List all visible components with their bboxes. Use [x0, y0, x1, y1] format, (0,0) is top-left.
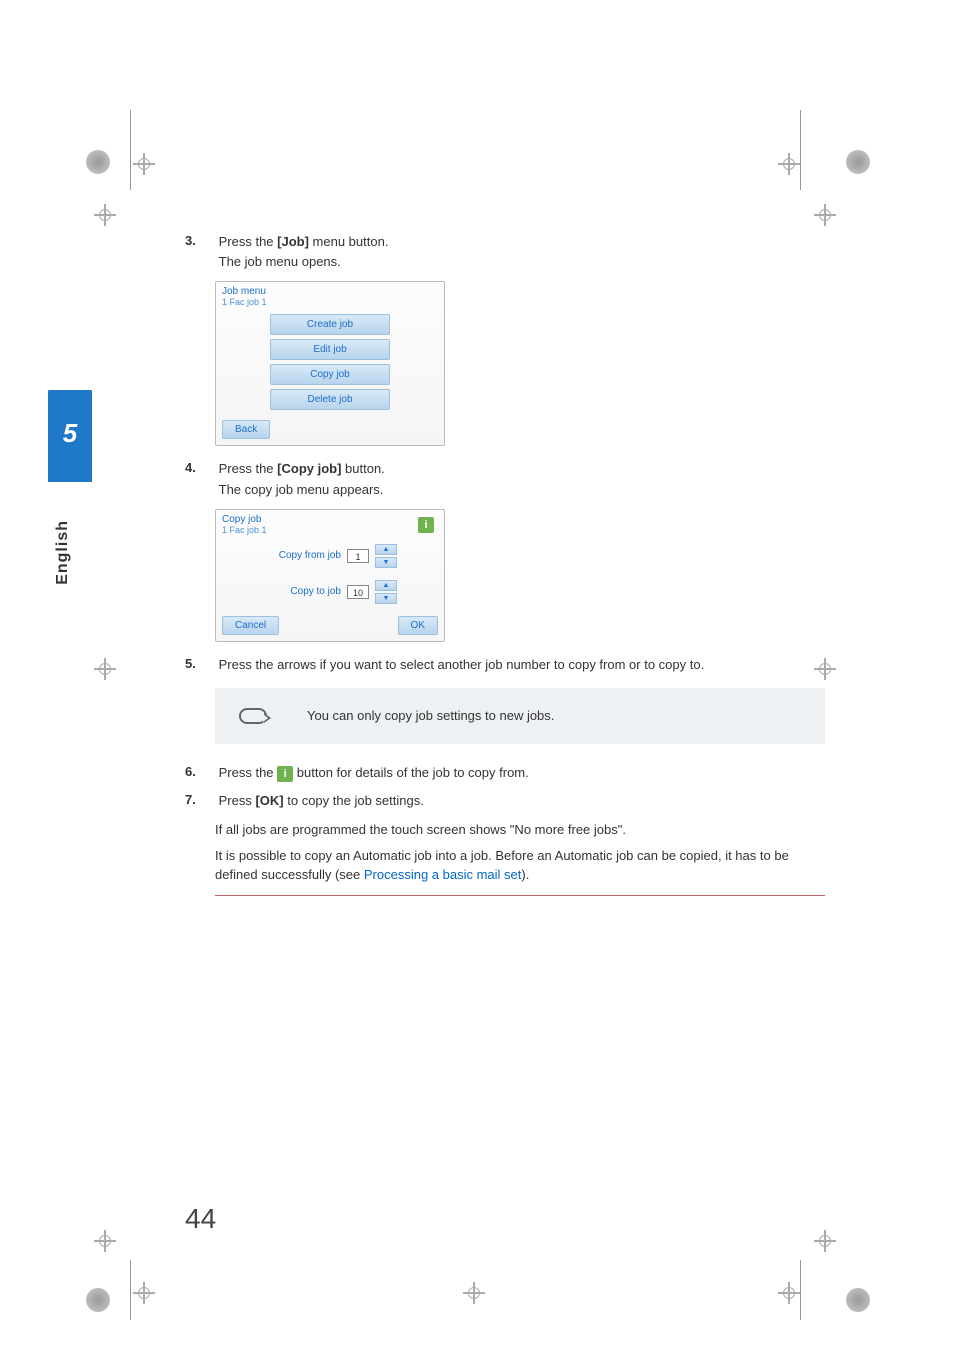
page-number: 44 — [185, 1203, 216, 1235]
copy-job-button[interactable]: Copy job — [270, 364, 390, 385]
create-job-button[interactable]: Create job — [270, 314, 390, 335]
step-number: 7. — [185, 792, 215, 807]
reg-dot — [86, 1288, 110, 1312]
reg-target — [135, 1284, 153, 1302]
reg-target — [135, 155, 153, 173]
copy-to-label: Copy to job — [263, 586, 341, 597]
copy-to-row: Copy to job 10 ▲ ▼ — [216, 574, 444, 610]
reg-dot — [846, 1288, 870, 1312]
note-box: You can only copy job settings to new jo… — [215, 688, 825, 744]
back-button[interactable]: Back — [222, 420, 270, 439]
chapter-tab: 5 — [48, 390, 92, 520]
arrow-up-icon[interactable]: ▲ — [375, 544, 397, 555]
step-text: Press the [Job] menu button. The job men… — [219, 233, 819, 271]
cancel-button[interactable]: Cancel — [222, 616, 279, 635]
reg-target — [96, 1232, 114, 1250]
step-text: Press the arrows if you want to select a… — [219, 656, 819, 674]
divider — [215, 895, 825, 896]
reg-target — [816, 206, 834, 224]
info-icon[interactable]: i — [418, 517, 434, 533]
step-4: 4. Press the [Copy job] button. The copy… — [185, 460, 835, 498]
step-5: 5. Press the arrows if you want to selec… — [185, 656, 835, 674]
step-text: Press [OK] to copy the job settings. — [219, 792, 819, 810]
crop-mark — [800, 1260, 801, 1320]
reg-target — [780, 1284, 798, 1302]
info-icon: i — [277, 766, 293, 782]
arrow-up-icon[interactable]: ▲ — [375, 580, 397, 591]
ok-button[interactable]: OK — [398, 616, 438, 635]
step-3: 3. Press the [Job] menu button. The job … — [185, 233, 835, 271]
note-arrow-icon — [239, 708, 267, 724]
note-text: You can only copy job settings to new jo… — [307, 708, 554, 723]
chapter-number: 5 — [48, 418, 92, 449]
copy-from-label: Copy from job — [263, 550, 341, 561]
screen-title: i Copy job 1 Fac job 1 — [216, 510, 444, 538]
edit-job-button[interactable]: Edit job — [270, 339, 390, 360]
step-number: 3. — [185, 233, 215, 248]
crop-mark — [130, 1260, 131, 1320]
reg-target — [96, 660, 114, 678]
reg-dot — [86, 150, 110, 174]
step-text: Press the i button for details of the jo… — [219, 764, 819, 782]
post-info: If all jobs are programmed the touch scr… — [215, 820, 835, 885]
step-text: Press the [Copy job] button. The copy jo… — [219, 460, 819, 498]
copy-from-row: Copy from job 1 ▲ ▼ — [216, 538, 444, 574]
step-6: 6. Press the i button for details of the… — [185, 764, 835, 782]
reg-dot — [846, 150, 870, 174]
crop-mark — [800, 110, 801, 190]
step-number: 6. — [185, 764, 215, 779]
step-number: 4. — [185, 460, 215, 475]
reg-target — [465, 1284, 483, 1302]
job-menu-screenshot: Job menu 1 Fac job 1 Create job Edit job… — [215, 281, 445, 446]
copy-from-value: 1 — [347, 549, 369, 563]
arrow-down-icon[interactable]: ▼ — [375, 593, 397, 604]
copy-job-screenshot: i Copy job 1 Fac job 1 Copy from job 1 ▲… — [215, 509, 445, 642]
arrow-down-icon[interactable]: ▼ — [375, 557, 397, 568]
copy-to-value: 10 — [347, 585, 369, 599]
delete-job-button[interactable]: Delete job — [270, 389, 390, 410]
step-number: 5. — [185, 656, 215, 671]
language-label: English — [54, 520, 72, 585]
crop-mark — [130, 110, 131, 190]
screen-title: Job menu 1 Fac job 1 — [216, 282, 444, 310]
processing-link[interactable]: Processing a basic mail set — [364, 867, 522, 882]
step-7: 7. Press [OK] to copy the job settings. — [185, 792, 835, 810]
reg-target — [816, 1232, 834, 1250]
reg-target — [96, 206, 114, 224]
reg-target — [780, 155, 798, 173]
